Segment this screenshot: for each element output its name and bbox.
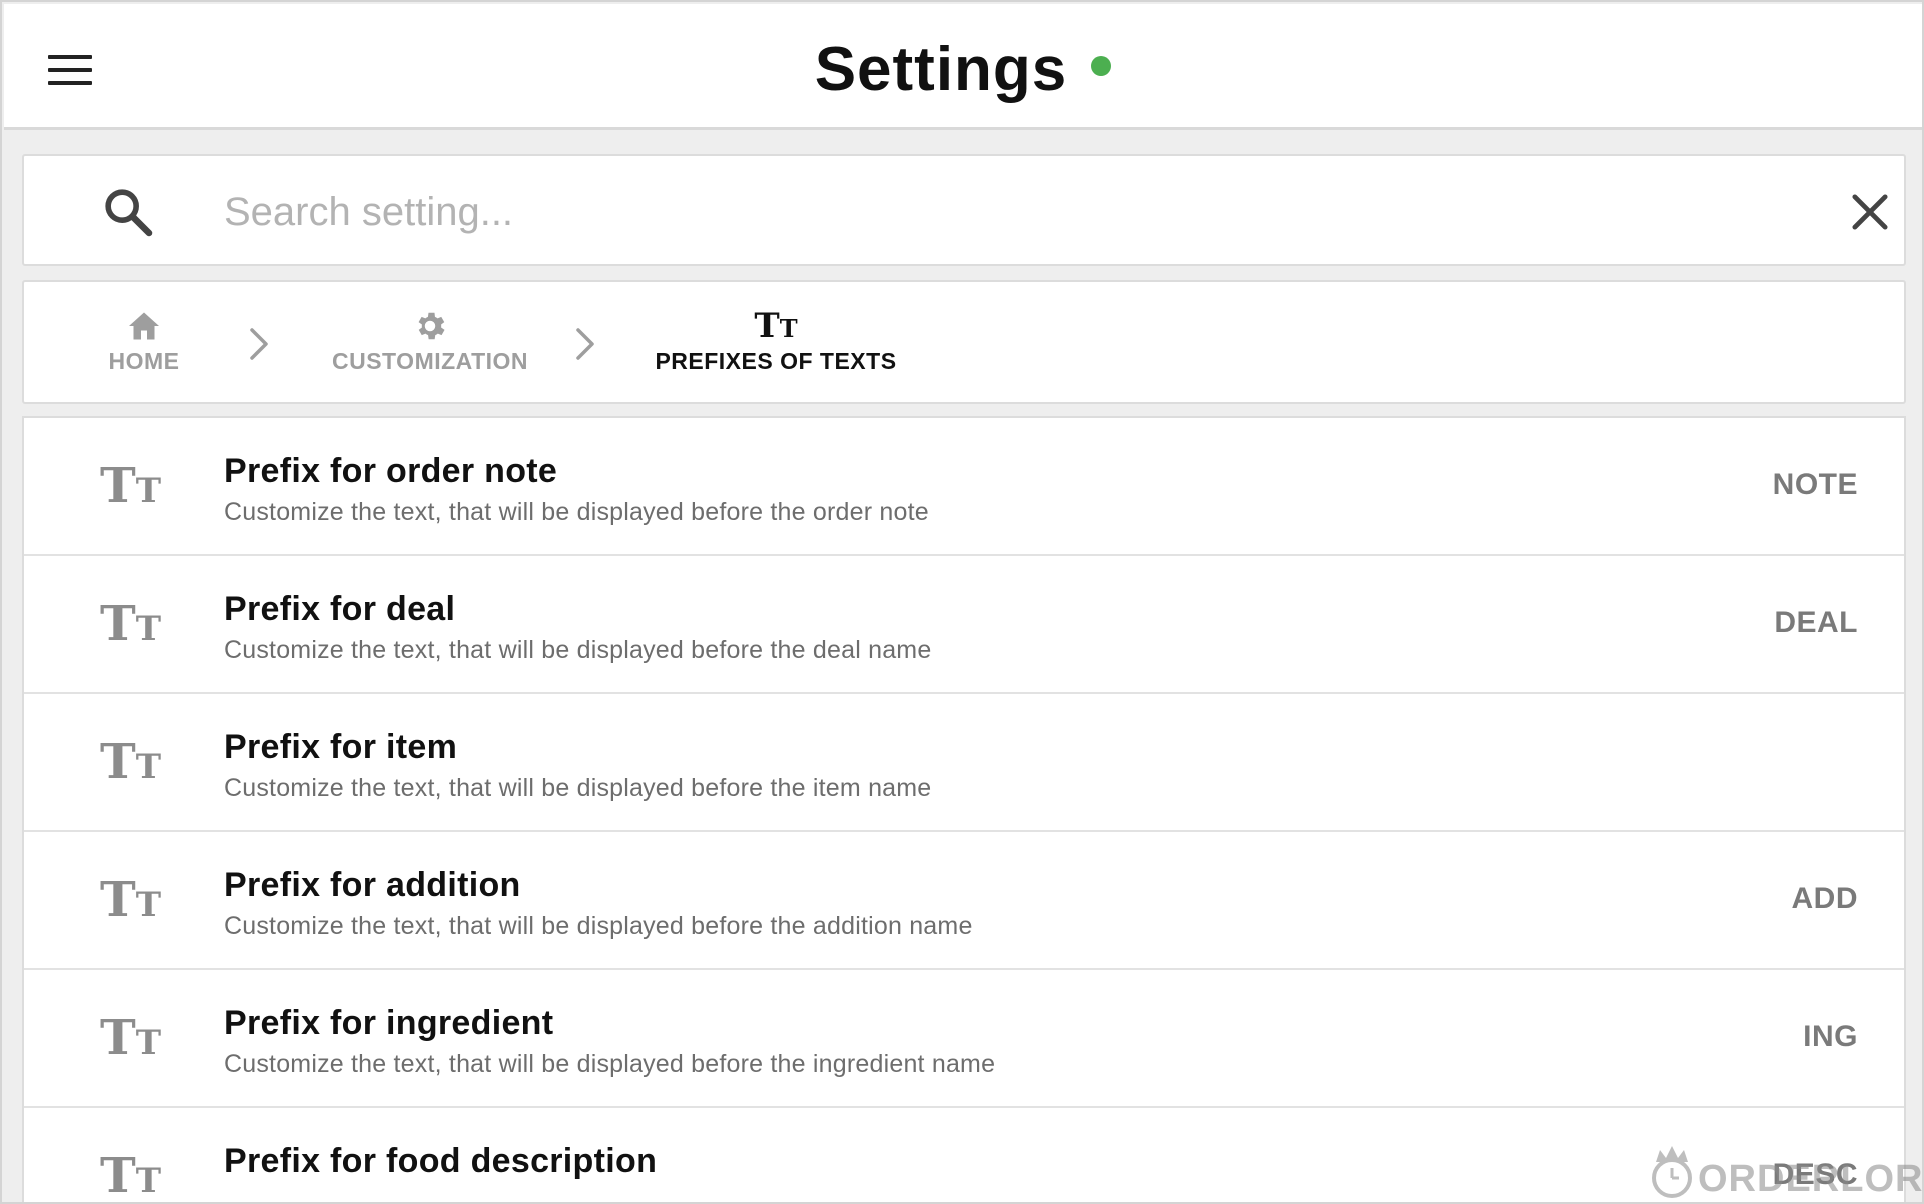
search-icon[interactable]: [100, 184, 156, 240]
setting-title: Prefix for deal: [224, 590, 456, 628]
setting-description: Customize the text, that will be display…: [224, 498, 929, 526]
title-container: Settings: [4, 32, 1922, 108]
setting-row-ingredient[interactable]: TT Prefix for ingredient Customize the t…: [24, 970, 1904, 1108]
settings-list: TT Prefix for order note Customize the t…: [22, 416, 1906, 1204]
breadcrumb-home[interactable]: HOME: [84, 308, 204, 375]
setting-value: DEAL: [1774, 606, 1858, 639]
setting-value: ING: [1803, 1020, 1858, 1053]
setting-description: Customize the text, that will be display…: [224, 912, 973, 940]
app-window: Settings HOME CUSTOMIZATION: [0, 0, 1924, 1204]
close-icon[interactable]: [1844, 186, 1896, 238]
setting-title: Prefix for ingredient: [224, 1004, 554, 1042]
setting-description: Customize the text, that will be display…: [224, 1050, 996, 1078]
gear-icon: [418, 312, 445, 340]
setting-title: Prefix for addition: [224, 866, 521, 904]
setting-row-order-note[interactable]: TT Prefix for order note Customize the t…: [24, 418, 1904, 556]
app-header: Settings: [4, 4, 1922, 130]
setting-value: ADD: [1791, 882, 1858, 915]
search-input[interactable]: [224, 182, 1724, 242]
breadcrumb-prefixes-of-texts[interactable]: TT PREFIXES OF TEXTS: [628, 308, 924, 375]
breadcrumb: HOME CUSTOMIZATION TT PREFIXES OF TEXTS: [22, 280, 1906, 404]
setting-title: Prefix for food description: [224, 1142, 658, 1180]
setting-description: Customize the text, that will be display…: [224, 636, 932, 664]
setting-row-deal[interactable]: TT Prefix for deal Customize the text, t…: [24, 556, 1904, 694]
breadcrumb-label: HOME: [108, 348, 180, 374]
online-status-dot: [1091, 56, 1112, 76]
page-title: Settings: [814, 35, 1068, 104]
breadcrumb-customization[interactable]: CUSTOMIZATION: [302, 308, 558, 375]
setting-row-food-description[interactable]: TT Prefix for food description DESC: [24, 1108, 1904, 1204]
chevron-right-icon: [576, 328, 594, 360]
text-size-icon: TT: [100, 734, 162, 790]
setting-row-addition[interactable]: TT Prefix for addition Customize the tex…: [24, 832, 1904, 970]
text-size-icon: TT: [754, 306, 798, 346]
setting-description: Customize the text, that will be display…: [224, 774, 932, 802]
setting-title: Prefix for item: [224, 728, 458, 766]
setting-row-item[interactable]: TT Prefix for item Customize the text, t…: [24, 694, 1904, 832]
search-bar: [22, 154, 1906, 266]
text-size-icon: TT: [100, 458, 162, 514]
setting-value: DESC: [1772, 1158, 1858, 1191]
home-icon: [129, 312, 159, 340]
breadcrumb-label: CUSTOMIZATION: [331, 348, 529, 374]
setting-value: NOTE: [1772, 468, 1858, 501]
text-size-icon: TT: [100, 1010, 162, 1066]
text-size-icon: TT: [100, 872, 162, 928]
breadcrumb-label: PREFIXES OF TEXTS: [655, 348, 897, 374]
text-size-icon: TT: [100, 596, 162, 652]
chevron-right-icon: [250, 328, 268, 360]
text-size-icon: TT: [100, 1148, 162, 1204]
setting-title: Prefix for order note: [224, 452, 558, 490]
